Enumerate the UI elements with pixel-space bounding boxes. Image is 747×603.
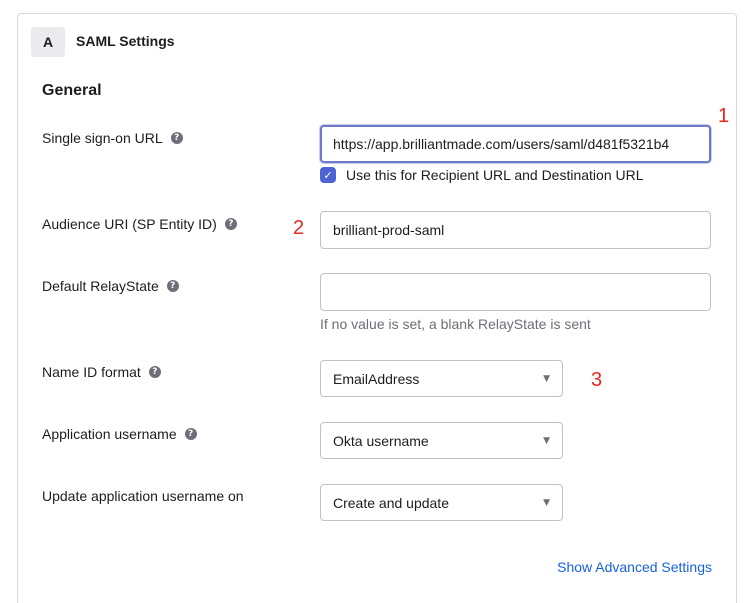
audience-uri-label: Audience URI (SP Entity ID) ? (42, 216, 237, 232)
app-username-select[interactable]: Okta username ▼ (320, 422, 563, 459)
panel-header: A SAML Settings (18, 14, 736, 70)
relay-state-label-text: Default RelayState (42, 278, 159, 294)
show-advanced-settings-link[interactable]: Show Advanced Settings (557, 559, 712, 575)
sso-url-label: Single sign-on URL ? (42, 130, 183, 146)
chevron-down-icon: ▼ (543, 373, 550, 384)
saml-settings-panel: A SAML Settings General Single sign-on U… (17, 13, 737, 603)
panel-title: SAML Settings (76, 33, 175, 49)
help-icon[interactable]: ? (224, 218, 237, 230)
help-icon[interactable]: ? (166, 280, 179, 292)
name-id-format-select[interactable]: EmailAddress ▼ (320, 360, 563, 397)
relay-state-hint: If no value is set, a blank RelayState i… (320, 316, 591, 332)
help-icon[interactable]: ? (148, 366, 161, 378)
sso-url-label-text: Single sign-on URL (42, 130, 163, 146)
update-username-value: Create and update (333, 494, 449, 511)
app-username-value: Okta username (333, 432, 429, 449)
recipient-url-checkbox[interactable]: ✓ (320, 167, 336, 183)
sso-url-input[interactable] (320, 125, 711, 163)
help-icon[interactable]: ? (170, 132, 183, 144)
update-username-label: Update application username on (42, 488, 244, 504)
section-title: General (42, 82, 102, 99)
relay-state-input[interactable] (320, 273, 711, 311)
app-username-label-text: Application username (42, 426, 177, 442)
recipient-url-checkbox-label: Use this for Recipient URL and Destinati… (346, 167, 644, 183)
annotation-3: 3 (591, 369, 603, 391)
chevron-down-icon: ▼ (543, 435, 550, 446)
app-username-label: Application username ? (42, 426, 197, 442)
name-id-format-value: EmailAddress (333, 370, 420, 387)
help-icon[interactable]: ? (184, 428, 197, 440)
chevron-down-icon: ▼ (543, 497, 550, 508)
name-id-format-label: Name ID format ? (42, 364, 161, 380)
annotation-1: 1 (718, 105, 730, 127)
audience-uri-label-text: Audience URI (SP Entity ID) (42, 216, 217, 232)
update-username-label-text: Update application username on (42, 488, 244, 504)
update-username-select[interactable]: Create and update ▼ (320, 484, 563, 521)
recipient-url-checkbox-row[interactable]: ✓ Use this for Recipient URL and Destina… (320, 167, 644, 183)
step-badge: A (31, 27, 65, 57)
annotation-2: 2 (293, 217, 305, 239)
audience-uri-input[interactable] (320, 211, 711, 249)
relay-state-label: Default RelayState ? (42, 278, 179, 294)
name-id-format-label-text: Name ID format (42, 364, 141, 380)
